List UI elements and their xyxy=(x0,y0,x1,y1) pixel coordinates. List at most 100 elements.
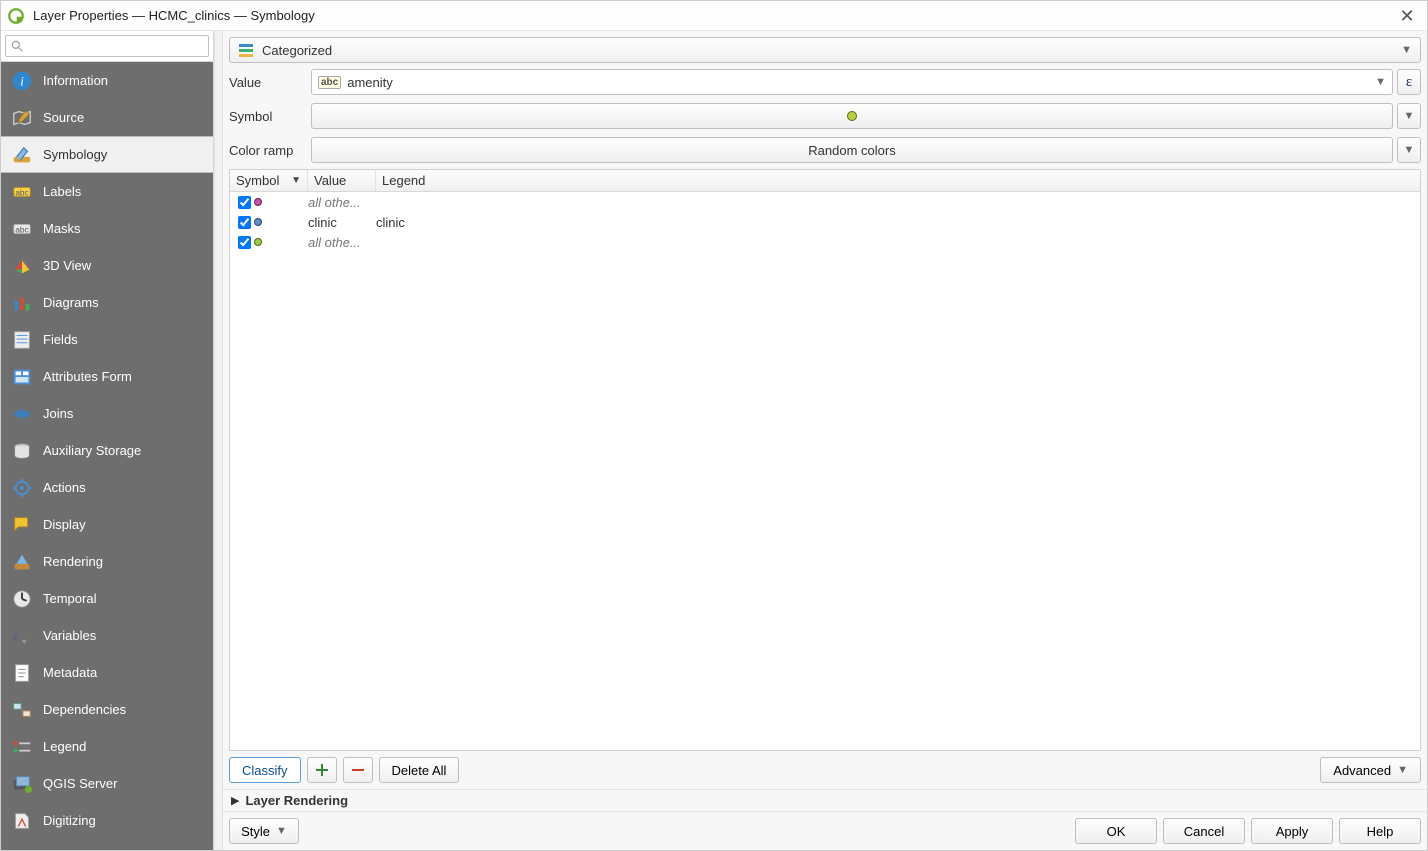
sidebar: iInformationSourceSymbology abc Labels abcM… xyxy=(1,31,214,850)
sidebar-item-diagrams[interactable]: Diagrams xyxy=(1,284,213,321)
content-panel: Categorized ▼ Value abc amenity ▼ ε Symb… xyxy=(223,31,1427,850)
sidebar-item-label: 3D View xyxy=(43,258,91,273)
sidebar-item-label: Attributes Form xyxy=(43,369,132,384)
sidebar-item-labels[interactable]: abc Labels xyxy=(1,173,213,210)
attributes-form-icon xyxy=(11,366,33,388)
delete-all-button[interactable]: Delete All xyxy=(379,757,460,783)
display-icon xyxy=(11,514,33,536)
header-symbol[interactable]: Symbol ▼ xyxy=(230,170,308,191)
category-table: Symbol ▼ Value Legend all othe...clinicc… xyxy=(229,169,1421,751)
expression-button[interactable]: ε xyxy=(1397,69,1421,95)
sidebar-item-masks[interactable]: abcMasks xyxy=(1,210,213,247)
abc-type-icon: abc xyxy=(318,76,341,89)
sidebar-item-label: Diagrams xyxy=(43,295,99,310)
sidebar-item-symbology[interactable]: Symbology xyxy=(1,136,213,173)
sidebar-item-display[interactable]: Display xyxy=(1,506,213,543)
color-ramp-text: Random colors xyxy=(808,143,895,158)
sidebar-item-joins[interactable]: Joins xyxy=(1,395,213,432)
layer-rendering-section[interactable]: ▶ Layer Rendering xyxy=(223,789,1427,811)
value-field-combo[interactable]: abc amenity ▼ xyxy=(311,69,1393,95)
minus-icon xyxy=(350,762,366,778)
svg-text:abc: abc xyxy=(15,188,28,197)
sidebar-item-temporal[interactable]: Temporal xyxy=(1,580,213,617)
remove-category-button[interactable] xyxy=(343,757,373,783)
close-button[interactable]: ✕ xyxy=(1393,7,1421,25)
sidebar-item-rendering[interactable]: Rendering xyxy=(1,543,213,580)
row-legend: clinic xyxy=(376,215,1420,230)
search-input[interactable] xyxy=(5,35,209,57)
help-button[interactable]: Help xyxy=(1339,818,1421,844)
row-value: clinic xyxy=(308,215,376,230)
style-button[interactable]: Style▼ xyxy=(229,818,299,844)
actions-icon xyxy=(11,477,33,499)
sidebar-item-label: Display xyxy=(43,517,86,532)
cancel-button[interactable]: Cancel xyxy=(1163,818,1245,844)
table-row[interactable]: all othe... xyxy=(230,192,1420,212)
sidebar-item-metadata[interactable]: Metadata xyxy=(1,654,213,691)
sidebar-item-source[interactable]: Source xyxy=(1,99,213,136)
qgis-logo-icon xyxy=(7,7,25,25)
sidebar-item-label: Joins xyxy=(43,406,73,421)
symbology-icon xyxy=(11,144,33,166)
ok-button[interactable]: OK xyxy=(1075,818,1157,844)
sidebar-item-label: QGIS Server xyxy=(43,776,117,791)
chevron-down-icon: ▼ xyxy=(1375,76,1386,88)
sidebar-item-label: Digitizing xyxy=(43,813,96,828)
sidebar-item-label: Auxiliary Storage xyxy=(43,443,141,458)
layer-properties-window: Layer Properties — HCMC_clinics — Symbol… xyxy=(0,0,1428,851)
row-visible-checkbox[interactable] xyxy=(238,236,251,249)
classify-button[interactable]: Classify xyxy=(229,757,301,783)
auxiliary-storage-icon xyxy=(11,440,33,462)
svg-text:i: i xyxy=(20,74,24,88)
titlebar: Layer Properties — HCMC_clinics — Symbol… xyxy=(1,1,1427,31)
sidebar-item-qgis-server[interactable]: QGIS Server xyxy=(1,765,213,802)
header-value[interactable]: Value xyxy=(308,170,376,191)
renderer-type-label: Categorized xyxy=(262,43,332,58)
svg-text:▾: ▾ xyxy=(22,636,27,646)
sort-desc-icon: ▼ xyxy=(291,175,301,186)
classify-toolbar: Classify Delete All Advanced▼ xyxy=(223,751,1427,789)
apply-button[interactable]: Apply xyxy=(1251,818,1333,844)
symbol-menu-button[interactable]: ▼ xyxy=(1397,103,1421,129)
sidebar-item-label: Variables xyxy=(43,628,96,643)
variables-icon: ε▾ xyxy=(11,625,33,647)
plus-icon xyxy=(314,762,330,778)
symbol-preview-button[interactable] xyxy=(311,103,1393,129)
row-value: all othe... xyxy=(308,235,376,250)
sidebar-item-actions[interactable]: Actions xyxy=(1,469,213,506)
sidebar-item-variables[interactable]: ε▾ Variables xyxy=(1,617,213,654)
metadata-icon xyxy=(11,662,33,684)
sidebar-item-information[interactable]: iInformation xyxy=(1,62,213,99)
renderer-type-select[interactable]: Categorized ▼ xyxy=(229,37,1421,63)
sidebar-item-label: Actions xyxy=(43,480,86,495)
chevron-down-icon: ▼ xyxy=(1401,44,1412,56)
table-row[interactable]: all othe... xyxy=(230,232,1420,252)
sidebar-item-fields[interactable]: Fields xyxy=(1,321,213,358)
header-legend[interactable]: Legend xyxy=(376,170,1420,191)
sidebar-item-label: Labels xyxy=(43,184,81,199)
sidebar-item-auxiliary-storage[interactable]: Auxiliary Storage xyxy=(1,432,213,469)
table-row[interactable]: clinicclinic xyxy=(230,212,1420,232)
row-visible-checkbox[interactable] xyxy=(238,216,251,229)
source-icon xyxy=(11,107,33,129)
color-ramp-label: Color ramp xyxy=(229,143,307,158)
row-visible-checkbox[interactable] xyxy=(238,196,251,209)
sidebar-item-digitizing[interactable]: Digitizing xyxy=(1,802,213,839)
sidebar-item-3d-view[interactable]: 3D View xyxy=(1,247,213,284)
chevron-down-icon: ▼ xyxy=(1404,144,1415,156)
sidebar-item-label: Rendering xyxy=(43,554,103,569)
sidebar-item-dependencies[interactable]: Dependencies xyxy=(1,691,213,728)
sidebar-item-label: Fields xyxy=(43,332,78,347)
color-ramp-button[interactable]: Random colors xyxy=(311,137,1393,163)
sidebar-item-legend[interactable]: Legend xyxy=(1,728,213,765)
3d-view-icon xyxy=(11,255,33,277)
window-title: Layer Properties — HCMC_clinics — Symbol… xyxy=(33,8,1393,23)
color-ramp-menu-button[interactable]: ▼ xyxy=(1397,137,1421,163)
split-gutter[interactable] xyxy=(214,31,223,850)
advanced-button[interactable]: Advanced▼ xyxy=(1320,757,1421,783)
value-label: Value xyxy=(229,75,307,90)
sidebar-item-attributes-form[interactable]: Attributes Form xyxy=(1,358,213,395)
sidebar-item-label: Legend xyxy=(43,739,86,754)
add-category-button[interactable] xyxy=(307,757,337,783)
legend-icon xyxy=(11,736,33,758)
